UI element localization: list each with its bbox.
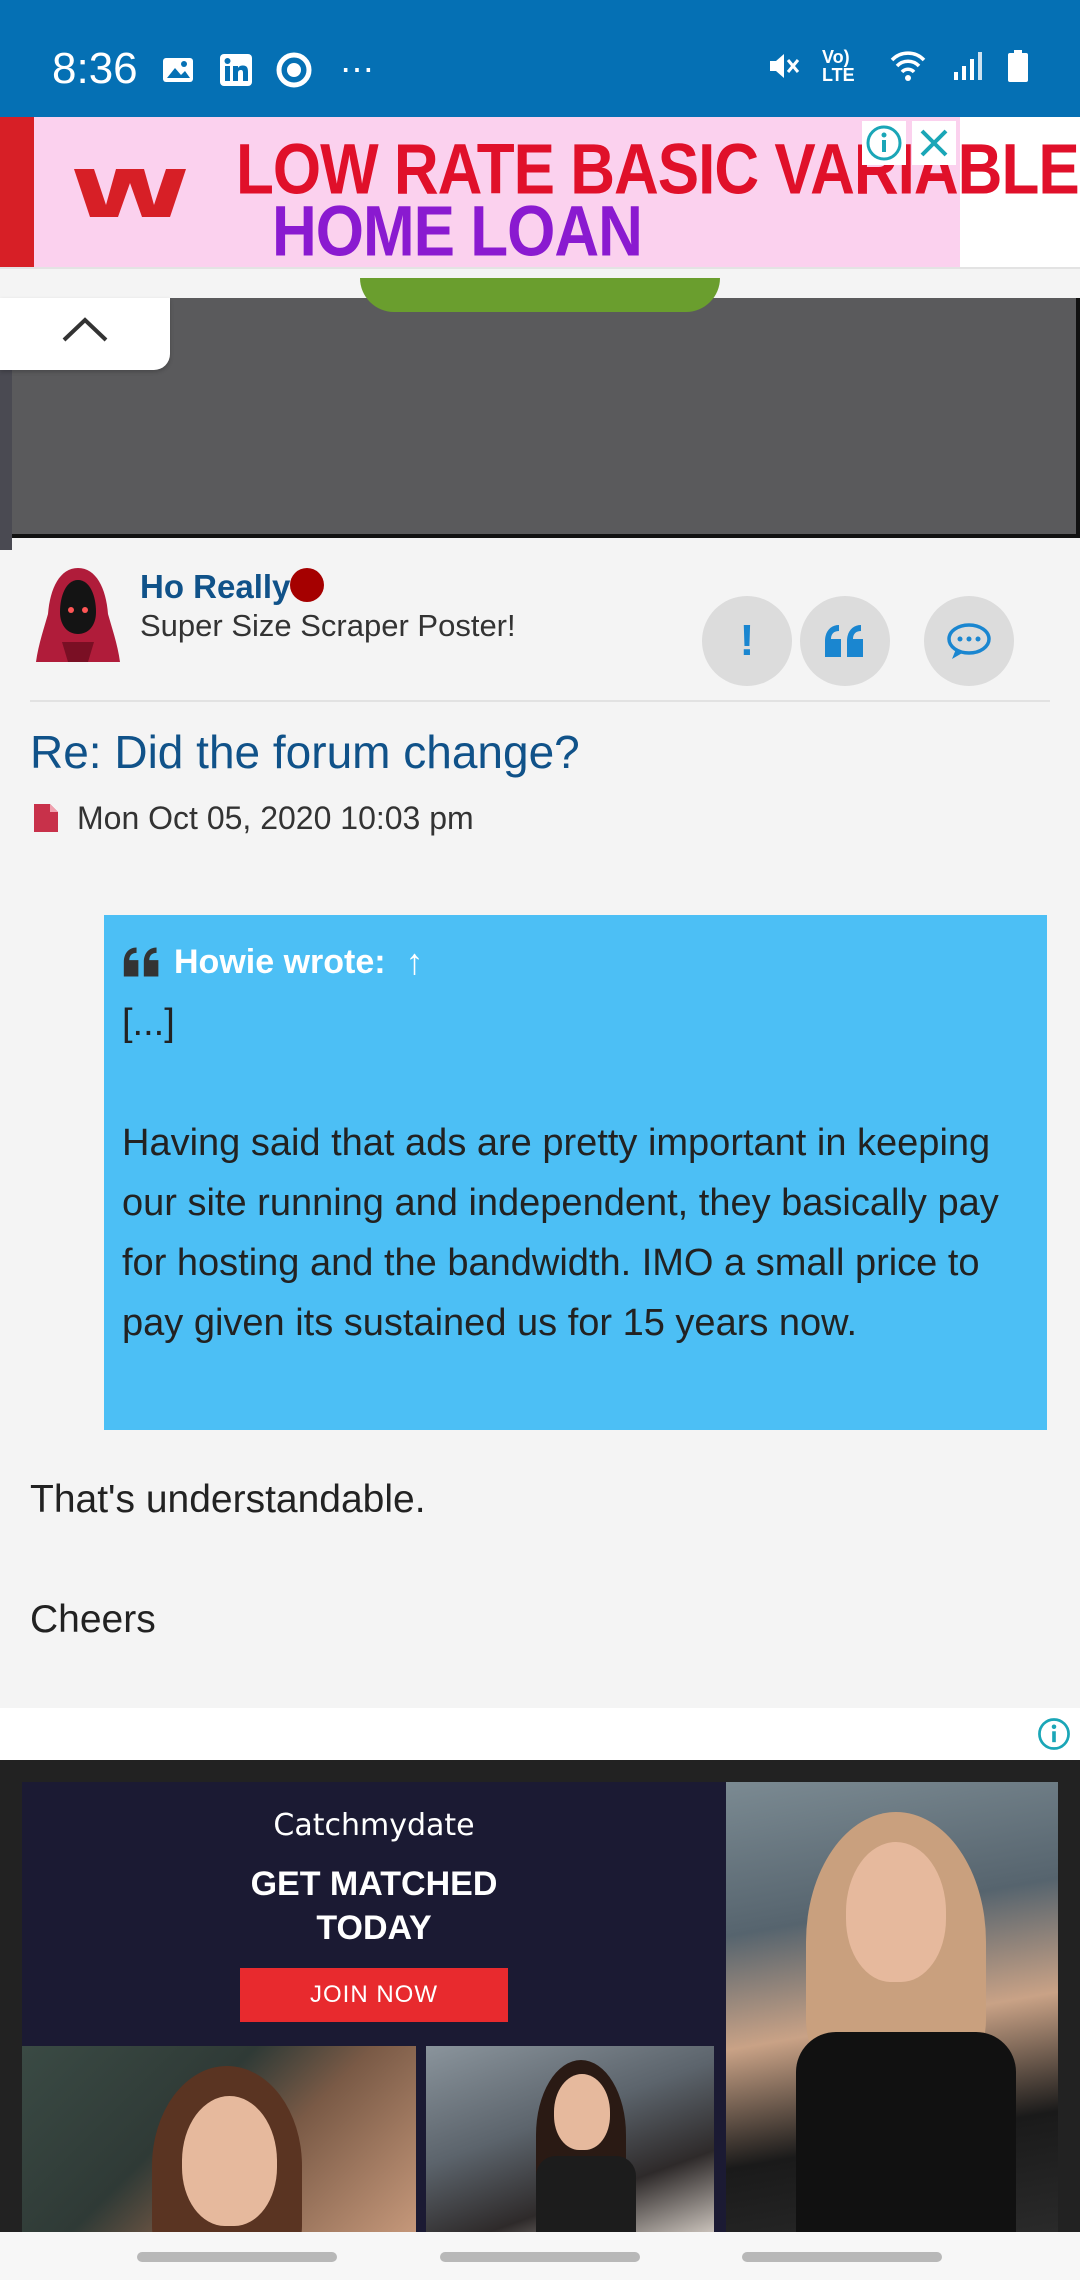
- quote-author: Howie wrote:: [174, 942, 386, 981]
- quote-paragraph: Having said that ads are pretty importan…: [122, 1122, 999, 1344]
- linkedin-icon: [220, 54, 252, 86]
- wifi-icon: [890, 51, 926, 81]
- home-button[interactable]: [440, 2252, 640, 2262]
- quote-mark-icon: [123, 947, 159, 977]
- avatar[interactable]: [32, 566, 124, 662]
- post-header-divider: [30, 700, 1050, 702]
- more-dots-icon: ⋯: [340, 51, 374, 89]
- bottom-ad[interactable]: Catchmydate GET MATCHED TODAY JOIN NOW: [0, 1708, 1080, 2280]
- green-button-edge: [360, 278, 720, 312]
- ad-divider: [0, 267, 1080, 269]
- dating-ad-panel: Catchmydate GET MATCHED TODAY JOIN NOW: [22, 1782, 726, 2240]
- collapse-button[interactable]: [0, 298, 170, 370]
- quote-icon: [825, 625, 863, 657]
- quote-citation: Howie wrote: ↑: [122, 937, 1029, 987]
- pm-icon: [947, 623, 991, 659]
- ad-photo-woman-3: [726, 1782, 1058, 2240]
- user-rank: Super Size Scraper Poster!: [140, 608, 516, 643]
- adchoices-info-icon[interactable]: [1034, 1714, 1074, 1754]
- recent-apps-button[interactable]: [137, 2252, 337, 2262]
- ad-photo-woman-1: [22, 2046, 416, 2240]
- reply-line-1: That's understandable.: [30, 1478, 426, 1521]
- volte-icon: Vo) LTE: [822, 47, 855, 85]
- dating-ad-creative[interactable]: Catchmydate GET MATCHED TODAY JOIN NOW: [0, 1760, 1080, 2240]
- battery-icon: [1008, 50, 1028, 82]
- top-ad-banner[interactable]: LOW RATE BASIC VARIABLE HOME LOAN: [0, 117, 1080, 272]
- signal-icon: [954, 52, 982, 80]
- muted-icon: [770, 54, 800, 78]
- status-time: 8:36: [52, 44, 138, 93]
- system-nav-bar: [0, 2232, 1080, 2280]
- pm-button[interactable]: [924, 596, 1014, 686]
- ad-headline-line2: HOME LOAN: [272, 192, 643, 272]
- image-icon: [163, 58, 193, 82]
- quote-button[interactable]: [800, 596, 890, 686]
- forum-post: Ho Really Super Size Scraper Poster! ! R…: [0, 550, 1080, 1708]
- report-button[interactable]: !: [702, 596, 792, 686]
- reply-line-2: Cheers: [30, 1598, 156, 1641]
- post-username[interactable]: Ho Really: [140, 568, 290, 606]
- circle-app-icon: [276, 52, 312, 88]
- bank-logo-icon: [74, 169, 186, 217]
- quote-block: Howie wrote: ↑ [...] Having said that ad…: [104, 915, 1047, 1430]
- post-body: That's understandable. Cheers: [30, 1470, 426, 1650]
- post-date: Mon Oct 05, 2020 10:03 pm: [77, 800, 474, 836]
- status-bar: 8:36 ⋯ Vo) LTE: [0, 0, 1080, 117]
- ad-close-icon[interactable]: [912, 121, 956, 165]
- ad-headline: GET MATCHED TODAY: [22, 1862, 726, 1950]
- ad-headline-line1: GET MATCHED: [250, 1865, 498, 1903]
- quote-text: [...] Having said that ads are pretty im…: [122, 993, 1029, 1353]
- back-button[interactable]: [742, 2252, 942, 2262]
- ad-red-bar: [0, 117, 34, 267]
- adchoices-icon[interactable]: [862, 121, 906, 165]
- join-now-button[interactable]: JOIN NOW: [240, 1968, 508, 2022]
- ad-brand-logo: Catchmydate: [273, 1808, 475, 1843]
- ad-headline-line2: TODAY: [316, 1909, 432, 1947]
- chevron-up-icon: [62, 317, 108, 342]
- quote-ellipsis: [...]: [122, 1002, 175, 1044]
- ad-photo-woman-2: [426, 2046, 714, 2240]
- online-status-indicator: [290, 568, 324, 602]
- post-file-icon[interactable]: [32, 802, 60, 834]
- jump-to-quote-arrow-icon[interactable]: ↑: [406, 941, 424, 983]
- post-title[interactable]: Re: Did the forum change?: [30, 725, 580, 779]
- report-icon: !: [739, 616, 755, 665]
